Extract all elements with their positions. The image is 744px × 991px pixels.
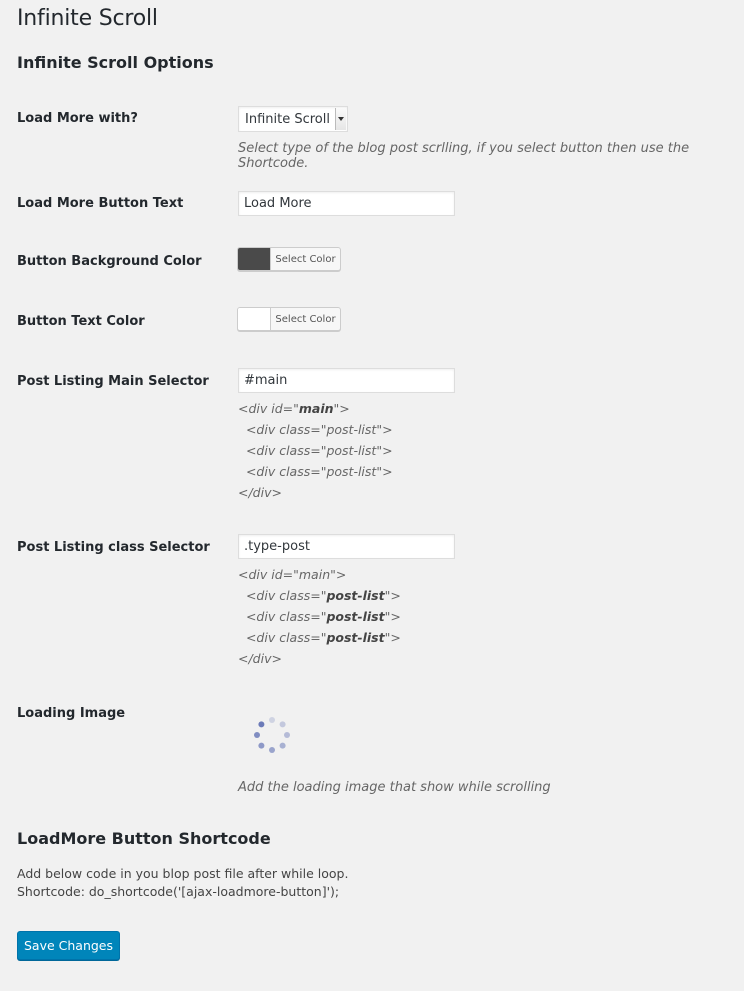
- class-selector-label: Post Listing class Selector: [17, 540, 210, 555]
- button-bg-color-label: Button Background Color: [17, 254, 202, 269]
- main-selector-label: Post Listing Main Selector: [17, 374, 209, 389]
- spinner-icon[interactable]: [252, 715, 292, 755]
- shortcode-line-1: Add below code in you blop post file aft…: [17, 866, 349, 881]
- class-selector-example: <div id="main"> <div class="post-list"> …: [238, 567, 401, 666]
- text-color-picker-button[interactable]: Select Color: [237, 307, 341, 331]
- load-more-with-value: Infinite Scroll: [245, 111, 330, 127]
- main-selector-example: <div id="main"> <div class="post-list"> …: [238, 401, 393, 500]
- loading-image-description: Add the loading image that show while sc…: [238, 780, 551, 795]
- load-more-with-select[interactable]: Infinite Scroll: [238, 106, 348, 132]
- dropdown-arrow-icon: [335, 108, 346, 130]
- class-selector-input[interactable]: [238, 534, 455, 559]
- page-title: Infinite Scroll: [17, 6, 158, 31]
- load-more-with-description: Select type of the blog post scrlling, i…: [238, 141, 690, 171]
- button-text-input[interactable]: [238, 191, 455, 216]
- text-color-swatch: [238, 308, 271, 330]
- button-text-color-label: Button Text Color: [17, 314, 145, 329]
- save-changes-button[interactable]: Save Changes: [17, 931, 120, 960]
- options-heading: Infinite Scroll Options: [17, 53, 214, 72]
- bg-color-picker-button[interactable]: Select Color: [237, 247, 341, 271]
- shortcode-instructions: Add below code in you blop post file aft…: [17, 865, 348, 901]
- text-color-select-label: Select Color: [275, 313, 336, 325]
- bg-color-swatch: [238, 248, 271, 270]
- bg-color-select-label: Select Color: [275, 253, 336, 265]
- shortcode-line-2: Shortcode: do_shortcode('[ajax-loadmore-…: [17, 884, 340, 899]
- load-more-with-label: Load More with?: [17, 111, 138, 126]
- button-text-label: Load More Button Text: [17, 196, 184, 211]
- shortcode-heading: LoadMore Button Shortcode: [17, 829, 271, 848]
- main-selector-input[interactable]: [238, 368, 455, 393]
- loading-image-label: Loading Image: [17, 706, 126, 721]
